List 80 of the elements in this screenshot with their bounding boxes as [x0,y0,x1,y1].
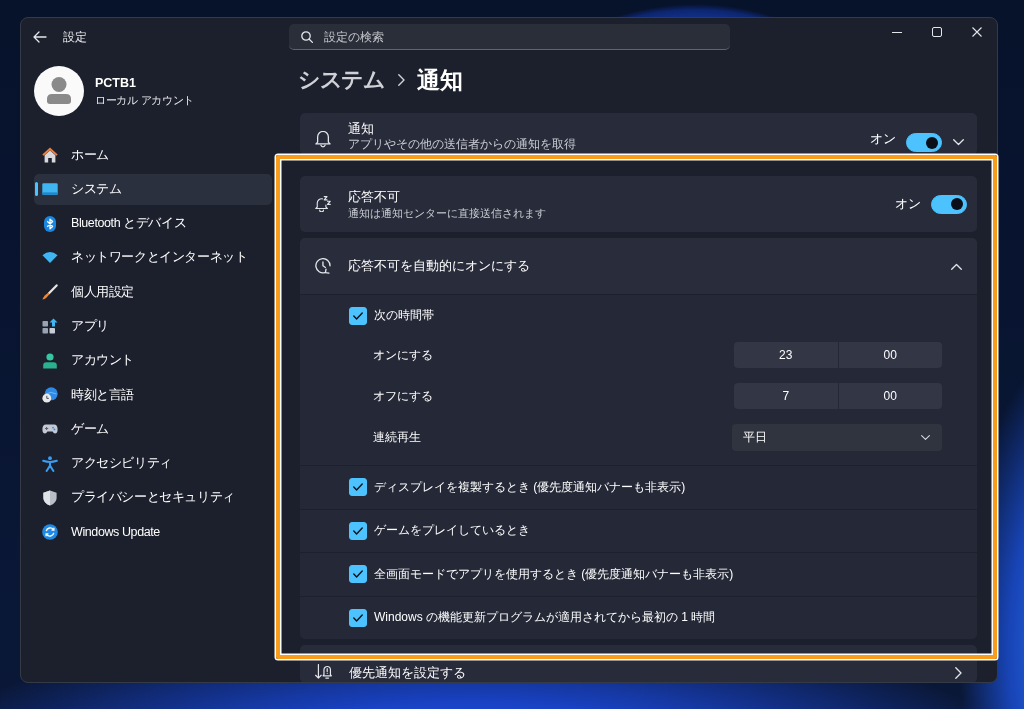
toggle-state-label: オン [870,131,896,148]
checkmark-icon [353,570,363,579]
paintbrush-icon [42,284,58,301]
checkmark-icon [353,311,363,320]
arrow-left-icon [33,31,47,43]
sidebar-item[interactable]: ゲーム [34,413,272,445]
setting-description: 通知は通知センターに直接送信されます [348,206,547,220]
house-icon [42,147,58,163]
setting-title: 通知 [348,122,375,137]
setting-description: アプリやその他の送信者からの通知を取得 [348,137,577,152]
setting-label: オンにする [373,346,433,364]
search-field[interactable]: 設定の検索 [289,24,730,50]
sidebar-item[interactable]: 時刻と言語 [34,379,272,411]
setting-title: 応答不可を自動的にオンにする [348,258,531,274]
maximize-icon [932,27,942,37]
chevron-down-icon [921,435,930,440]
sidebar-item[interactable]: アカウント [34,345,272,377]
sidebar-item[interactable]: ネットワークとインターネット [34,242,272,274]
clock-arrow-icon [315,258,331,274]
sidebar-item[interactable]: 個人用設定 [34,276,272,308]
setting-title: 応答不可 [348,188,401,205]
accessibility-figure-icon [42,455,58,472]
sidebar-item[interactable]: ホーム [34,139,272,171]
minimize-icon [892,31,902,33]
sidebar-item[interactable]: プライバシーとセキュリティ [34,482,272,514]
selection-bar-icon [35,182,38,197]
setting-label: オフにする [373,387,433,405]
checkbox-label: 次の時間帯 [374,307,434,324]
person-icon [42,352,58,369]
checkbox-label: ゲームをプレイしているとき [374,522,530,540]
account-name: PCTB1 [95,75,137,91]
avatar-icon [34,66,84,116]
bluetooth-icon [44,215,56,232]
sidebar-item[interactable]: システム [34,173,272,205]
toggle-switch[interactable] [906,133,942,152]
minute-field[interactable]: 00 [837,342,942,368]
bell-icon [315,131,331,148]
checkbox-label: Windows の機能更新プログラムが適用されてから最初の 1 時間 [374,609,716,627]
shield-icon [43,489,57,506]
sync-icon [42,524,58,541]
checkbox[interactable] [349,478,367,497]
chevron-right-icon [955,667,962,679]
checkbox[interactable] [349,306,367,325]
gamepad-icon [42,424,58,435]
hour-field[interactable]: 7 [734,383,838,409]
sidebar-item[interactable]: アプリ [34,311,272,342]
hour-field[interactable]: 23 [734,342,838,368]
window-title: 設定 [63,29,87,45]
close-icon [972,27,982,37]
sidebar-item[interactable]: Bluetooth とデバイス [34,208,272,240]
checkbox-label: ディスプレイを複製するとき (優先度通知バナーも非表示) [374,478,686,496]
chevron-right-icon [398,74,405,86]
minute-field[interactable]: 00 [837,383,942,409]
chevron-up-icon[interactable] [951,262,962,270]
bell-snooze-icon [315,196,331,212]
checkbox[interactable] [349,521,367,540]
search-icon [301,31,313,43]
app-tiles-icon [42,318,58,335]
setting-card[interactable]: 通知 アプリやその他の送信者からの通知を取得 オン [300,113,977,155]
globe-clock-icon [42,387,58,404]
checkbox[interactable] [349,608,367,627]
chevron-down-icon[interactable] [953,139,964,146]
arrow-and-bell-icon [315,664,332,679]
setting-label: 連続再生 [373,429,421,446]
breadcrumb-link[interactable]: システム [298,65,384,95]
checkmark-icon [353,483,363,492]
toggle-switch[interactable] [931,194,967,214]
checkmark-icon [353,613,363,622]
sidebar-item[interactable]: アクセシビリティ [34,448,272,480]
monitor-icon [42,183,58,196]
wifi-icon [42,252,58,264]
page-title: 通知 [417,65,463,95]
toggle-state-label: オン [895,195,921,213]
dropdown[interactable]: 平日 [732,424,942,451]
setting-title: 優先通知を設定する [349,665,467,681]
sidebar-item[interactable]: Windows Update [34,516,272,548]
checkbox[interactable] [349,565,367,584]
checkmark-icon [353,526,363,535]
checkbox-label: 全画面モードでアプリを使用するとき (優先度通知バナーも非表示) [374,565,734,583]
account-type: ローカル アカウント [95,92,195,107]
